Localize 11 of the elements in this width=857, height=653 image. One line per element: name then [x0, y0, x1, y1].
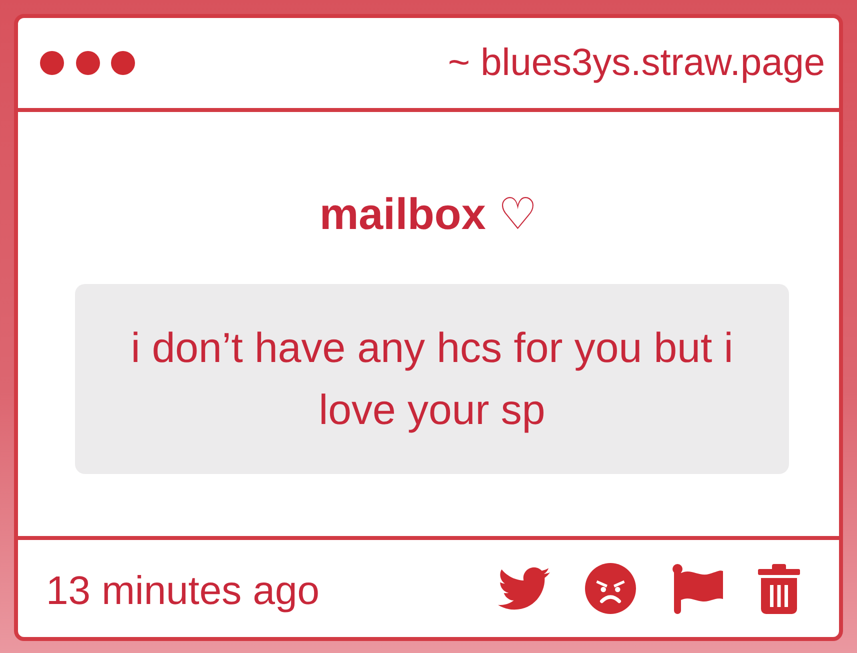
mailbox-title: mailbox ♡: [320, 190, 538, 240]
message-text: i don’t have any hcs for you but i love your sp: [130, 323, 734, 435]
window-dot-icon: [40, 51, 64, 75]
address-text: ~ blues3ys.straw.page: [448, 41, 825, 85]
trash-icon[interactable]: [758, 564, 800, 614]
bird-icon[interactable]: [498, 567, 550, 610]
angry-face-icon[interactable]: [585, 563, 636, 614]
timestamp-text: 13 minutes ago: [46, 568, 320, 614]
window-dot-icon: [111, 51, 135, 75]
window-dot-icon: [76, 51, 100, 75]
flag-icon[interactable]: [671, 564, 723, 614]
